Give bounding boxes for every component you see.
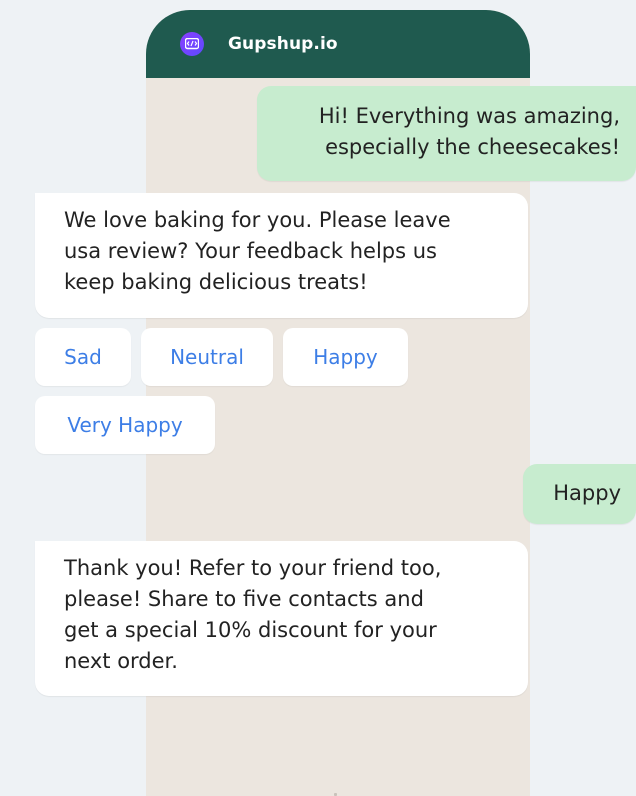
quick-reply-happy[interactable]: Happy — [283, 328, 408, 386]
message-line: Thank you! Refer to your friend too, — [64, 556, 442, 580]
message-line: We love baking for you. Please leave — [64, 208, 451, 232]
quick-reply-very-happy[interactable]: Very Happy — [35, 396, 215, 454]
gupshup-logo-icon — [180, 32, 204, 56]
chat-header: Gupshup.io — [146, 10, 530, 78]
message-line: Hi! Everything was amazing, — [318, 104, 620, 128]
outgoing-message: Happy — [523, 464, 636, 524]
message-line: keep baking delicious treats! — [64, 270, 368, 294]
quick-reply-neutral[interactable]: Neutral — [141, 328, 273, 386]
message-line: please! Share to five contacts and — [64, 587, 424, 611]
message-line: Happy — [553, 481, 621, 505]
message-line: especially the cheesecakes! — [325, 135, 620, 159]
outgoing-message: Hi! Everything was amazing, especially t… — [257, 86, 636, 181]
brand-name: Gupshup.io — [228, 34, 338, 54]
message-line: get a special 10% discount for your — [64, 618, 437, 642]
message-line: next order. — [64, 649, 178, 673]
incoming-message: We love baking for you. Please leave usa… — [35, 193, 528, 318]
quick-reply-sad[interactable]: Sad — [35, 328, 131, 386]
incoming-message: Thank you! Refer to your friend too, ple… — [35, 541, 528, 696]
message-line: usa review? Your feedback helps us — [64, 239, 437, 263]
